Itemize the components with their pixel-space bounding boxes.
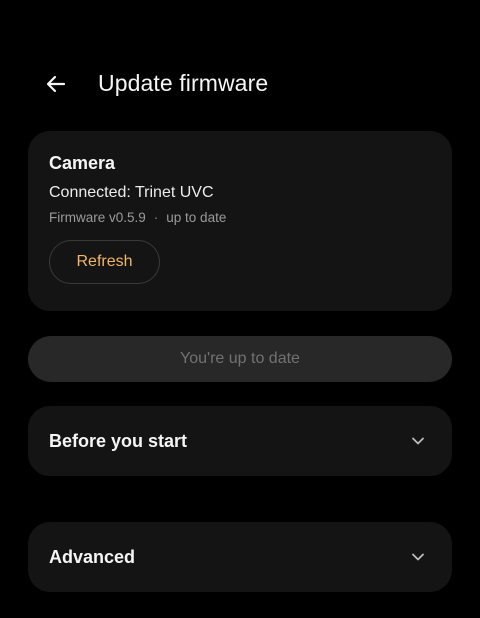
camera-title: Camera (49, 153, 116, 173)
advanced-label: Advanced (49, 546, 136, 567)
chevron-down-icon (408, 547, 428, 567)
advanced-section[interactable]: Advanced (28, 522, 452, 592)
page-title: Update firmware (98, 70, 269, 96)
before-you-start-section[interactable]: Before you start (28, 406, 452, 476)
update-status-button: You're up to date (28, 336, 452, 382)
before-you-start-label: Before you start (49, 430, 188, 451)
firmware-status: up to date (166, 210, 227, 225)
firmware-version: Firmware v0.5.9 (49, 210, 146, 225)
firmware-info: Firmware v0.5.9 · up to date (49, 210, 226, 225)
refresh-button[interactable]: Refresh (49, 240, 160, 284)
separator-dot: · (153, 210, 159, 225)
arrow-left-icon (46, 75, 66, 93)
app-header: Update firmware (0, 60, 480, 108)
back-button[interactable] (36, 64, 76, 104)
camera-card: Camera Connected: Trinet UVC Firmware v0… (28, 131, 452, 311)
connected-device: Connected: Trinet UVC (49, 184, 214, 201)
chevron-down-icon (408, 431, 428, 451)
